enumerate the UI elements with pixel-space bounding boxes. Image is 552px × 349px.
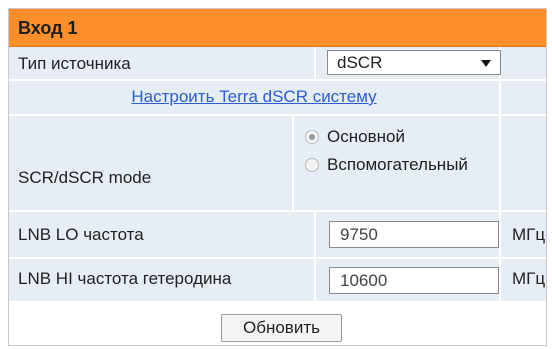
input-settings-panel: Вход 1 Тип источника dSCR Настроить Terr…: [8, 8, 547, 346]
scr-mode-row: SCR/dSCR mode Основной Вспомогательный: [9, 116, 546, 210]
lnb-hi-row: LNB HI частота гетеродина 10600 МГц: [9, 259, 546, 301]
column-divider: [314, 259, 316, 301]
lnb-lo-value: 9750: [340, 225, 378, 244]
column-divider: [499, 116, 501, 210]
radio-label-secondary: Вспомогательный: [327, 155, 468, 174]
radio-label-primary: Основной: [327, 127, 405, 146]
lnb-hi-value: 10600: [340, 271, 388, 290]
lnb-hi-label: LNB HI частота гетеродина: [18, 269, 232, 288]
radio-selected-dot: [309, 134, 315, 140]
configure-dscr-link[interactable]: Настроить Terra dSCR систему: [9, 87, 499, 107]
column-divider: [499, 81, 501, 114]
source-type-select[interactable]: dSCR: [327, 50, 501, 75]
source-type-value: dSCR: [337, 53, 383, 72]
source-type-label: Тип источника: [18, 54, 131, 73]
column-divider: [314, 47, 316, 79]
lnb-hi-input[interactable]: 10600: [329, 267, 499, 294]
column-divider: [499, 259, 501, 301]
lnb-lo-row: LNB LO частота 9750 МГц: [9, 212, 546, 257]
scr-mode-label: SCR/dSCR mode: [18, 168, 152, 187]
panel-header: Вход 1: [9, 9, 546, 47]
radio-button-primary[interactable]: [305, 130, 319, 144]
radio-option-secondary[interactable]: Вспомогательный: [305, 155, 468, 175]
lnb-hi-unit: МГц: [512, 269, 546, 288]
update-button[interactable]: Обновить: [221, 314, 342, 342]
source-type-row: Тип источника dSCR: [9, 47, 546, 79]
panel-title: Вход 1: [18, 18, 78, 38]
lnb-lo-label: LNB LO частота: [18, 225, 144, 244]
radio-option-primary[interactable]: Основной: [305, 127, 405, 147]
lnb-lo-unit: МГц: [512, 225, 546, 244]
column-divider: [292, 116, 294, 210]
column-divider: [314, 212, 316, 257]
dropdown-arrow-icon: [481, 60, 491, 67]
configure-link-row: Настроить Terra dSCR систему: [9, 81, 546, 114]
radio-button-secondary[interactable]: [305, 158, 319, 172]
lnb-lo-input[interactable]: 9750: [329, 221, 499, 248]
column-divider: [499, 212, 501, 257]
